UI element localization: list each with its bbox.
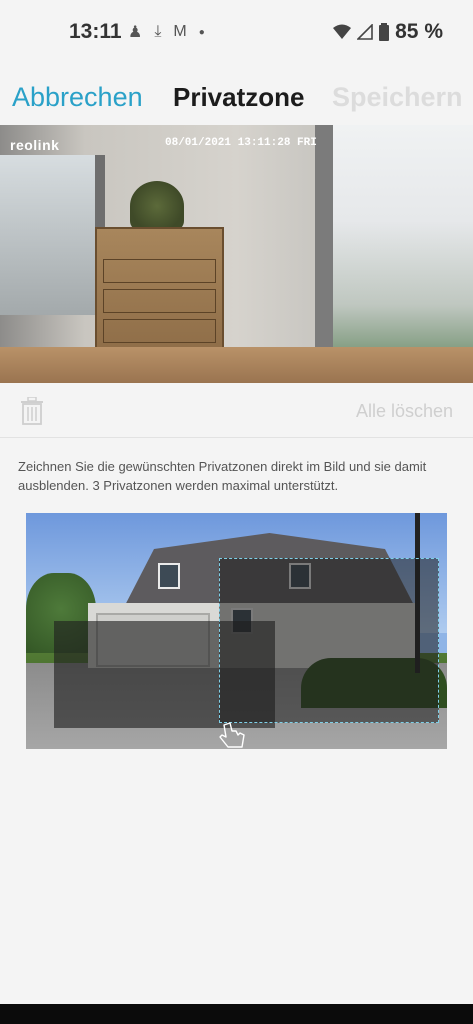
signal-icon xyxy=(357,24,373,40)
camera-logo: reolink xyxy=(10,137,60,153)
wifi-icon xyxy=(333,24,352,39)
drag-hand-icon xyxy=(219,722,245,748)
example-scene-window xyxy=(158,563,180,589)
system-navigation-bar xyxy=(0,1004,473,1024)
instructions-text: Zeichnen Sie die gewünschten Privatzonen… xyxy=(18,459,427,493)
camera-scene-window-left xyxy=(0,155,105,315)
camera-scene-table xyxy=(0,347,473,383)
privacy-zone-canvas[interactable] xyxy=(26,513,447,749)
battery-percentage: 85 % xyxy=(395,20,443,43)
gmail-icon: M xyxy=(173,23,187,40)
notification-icons: ♟ ⤓ M ● xyxy=(128,22,205,42)
zone-toolbar: Alle löschen xyxy=(0,383,473,438)
dot-icon: ● xyxy=(198,26,205,38)
system-status: 85 % xyxy=(333,20,443,44)
camera-scene-plant xyxy=(130,181,184,231)
camera-timestamp: 08/01/2021 13:11:28 FRI xyxy=(165,137,317,149)
download-done-icon: ⤓ xyxy=(154,23,162,40)
status-bar: 13:11 ♟ ⤓ M ● 85 % xyxy=(0,0,473,64)
status-time: 13:11 xyxy=(69,20,122,43)
privacy-zone-selected[interactable] xyxy=(219,558,439,723)
cancel-button[interactable]: Abbrechen xyxy=(12,82,143,113)
page-title: Privatzone xyxy=(173,82,305,112)
cleaning-robot-icon: ♟ xyxy=(128,24,143,41)
clear-all-button[interactable]: Alle löschen xyxy=(356,401,453,422)
camera-scene-window-right xyxy=(315,125,473,365)
battery-icon xyxy=(379,23,390,41)
trash-icon[interactable] xyxy=(20,397,44,425)
save-button[interactable]: Speichern xyxy=(332,82,463,113)
live-camera-view: reolink 08/01/2021 13:11:28 FRI xyxy=(0,125,473,383)
nav-bar: Abbrechen Privatzone Speichern xyxy=(0,70,473,122)
